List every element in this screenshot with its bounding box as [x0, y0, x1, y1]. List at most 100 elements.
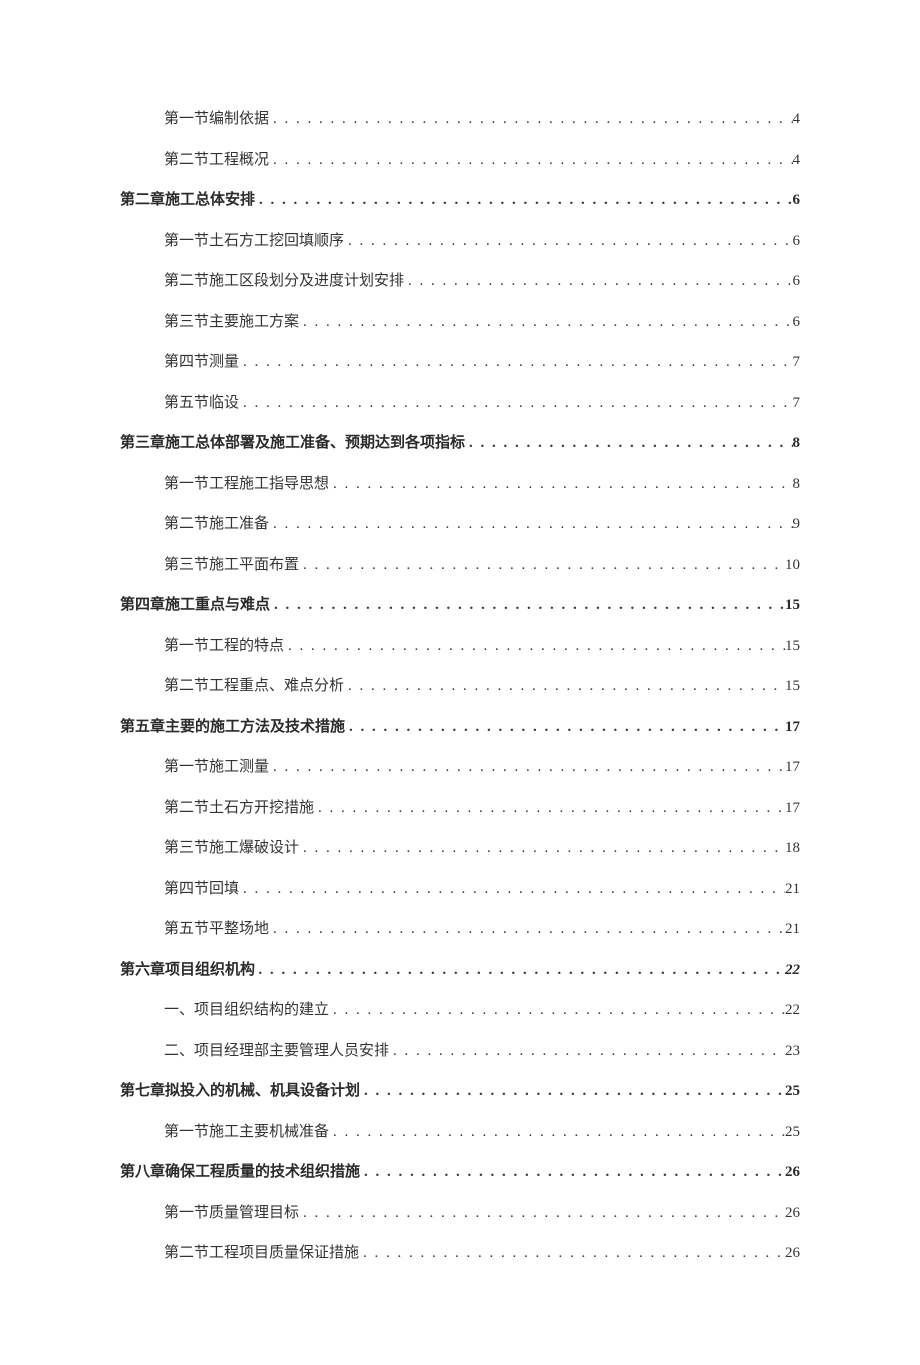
toc-leader-dots — [255, 961, 785, 979]
toc-leader-dots — [299, 313, 792, 331]
toc-page-number: 15 — [785, 596, 800, 614]
toc-entry: 第四节回填21 — [120, 880, 800, 898]
toc-title: 第三节施工爆破设计 — [164, 839, 299, 857]
toc-title: 二、项目经理部主要管理人员安排 — [164, 1042, 389, 1060]
toc-leader-dots — [360, 1082, 785, 1100]
toc-page-number: 15 — [785, 677, 800, 695]
toc-page: 第一节编制依据4第二节工程概况4第二章施工总体安排6第一节土石方工挖回填顺序6第… — [0, 0, 920, 1365]
toc-entry: 一、项目组织结构的建立 22 — [120, 1001, 800, 1019]
toc-title: 第二节工程项目质量保证措施 — [164, 1244, 359, 1262]
toc-title: 第一节土石方工挖回填顺序 — [164, 232, 344, 250]
toc-title: 第五章主要的施工方法及技术措施 — [120, 718, 345, 736]
toc-page-number: 23 — [785, 1042, 800, 1060]
toc-title: 第一节工程的特点 — [164, 637, 284, 655]
toc-leader-dots — [345, 718, 785, 736]
toc-page-number: 8 — [793, 434, 801, 452]
toc-entry: 第八章确保工程质量的技术组织措施 26 — [120, 1163, 800, 1181]
toc-title: 第四章施工重点与难点 — [120, 596, 270, 614]
toc-entry: 第一节施工主要机械准备25 — [120, 1123, 800, 1141]
toc-title: 第二节施工区段划分及进度计划安排 — [164, 272, 404, 290]
toc-title: 第八章确保工程质量的技术组织措施 — [120, 1163, 360, 1181]
toc-leader-dots — [314, 799, 785, 817]
toc-leader-dots — [269, 151, 792, 169]
toc-entry: 第三节施工爆破设计 18 — [120, 839, 800, 857]
toc-entry: 第二节施工区段划分及进度计划安排 6 — [120, 272, 800, 290]
toc-page-number: 17 — [785, 799, 800, 817]
toc-entry: 第四节测量7 — [120, 353, 800, 371]
toc-page-number: 25 — [785, 1082, 800, 1100]
toc-page-number: 9 — [793, 515, 801, 533]
toc-title: 第三节施工平面布置 — [164, 556, 299, 574]
toc-page-number: 7 — [793, 394, 801, 412]
toc-leader-dots — [269, 110, 792, 128]
toc-page-number: 8 — [793, 475, 801, 493]
toc-leader-dots — [329, 1001, 785, 1019]
toc-page-number: 26 — [785, 1163, 800, 1181]
toc-title: 第二节施工准备 — [164, 515, 269, 533]
toc-leader-dots — [360, 1163, 785, 1181]
toc-entry: 第一节工程的特点 15 — [120, 637, 800, 655]
toc-entry: 第一节工程施工指导思想 8 — [120, 475, 800, 493]
toc-leader-dots — [269, 920, 785, 938]
toc-page-number: 22 — [785, 961, 800, 979]
toc-entry: 第三节施工平面布置 10 — [120, 556, 800, 574]
toc-leader-dots — [269, 515, 792, 533]
toc-page-number: 10 — [785, 556, 800, 574]
toc-page-number: 4 — [793, 151, 801, 169]
toc-title: 第一节工程施工指导思想 — [164, 475, 329, 493]
toc-leader-dots — [299, 556, 785, 574]
toc-title: 第二节工程概况 — [164, 151, 269, 169]
toc-leader-dots — [239, 394, 792, 412]
toc-entry: 第四章施工重点与难点 15 — [120, 596, 800, 614]
toc-entry: 第六章项目组织机构 22 — [120, 961, 800, 979]
toc-entry: 第二节工程项目质量保证措施 26 — [120, 1244, 800, 1262]
toc-page-number: 6 — [793, 313, 801, 331]
toc-leader-dots — [255, 191, 792, 209]
toc-title: 第三章施工总体部署及施工准备、预期达到各项指标 — [120, 434, 465, 452]
toc-page-number: 7 — [793, 353, 801, 371]
toc-entry: 第七章拟投入的机械、机具设备计划 25 — [120, 1082, 800, 1100]
toc-page-number: 26 — [785, 1204, 800, 1222]
toc-entry: 第五章主要的施工方法及技术措施 17 — [120, 718, 800, 736]
toc-title: 第二章施工总体安排 — [120, 191, 255, 209]
toc-page-number: 17 — [785, 758, 800, 776]
table-of-contents: 第一节编制依据4第二节工程概况4第二章施工总体安排6第一节土石方工挖回填顺序6第… — [120, 110, 800, 1262]
toc-page-number: 22 — [785, 1001, 800, 1019]
toc-title: 第二节工程重点、难点分析 — [164, 677, 344, 695]
toc-page-number: 6 — [793, 191, 801, 209]
toc-page-number: 15 — [785, 637, 800, 655]
toc-entry: 第一节施工测量 17 — [120, 758, 800, 776]
toc-title: 第一节质量管理目标 — [164, 1204, 299, 1222]
toc-title: 第六章项目组织机构 — [120, 961, 255, 979]
toc-leader-dots — [404, 272, 792, 290]
toc-title: 第七章拟投入的机械、机具设备计划 — [120, 1082, 360, 1100]
toc-leader-dots — [284, 637, 785, 655]
toc-entry: 第二节施工准备 9 — [120, 515, 800, 533]
toc-leader-dots — [389, 1042, 785, 1060]
toc-title: 第三节主要施工方案 — [164, 313, 299, 331]
toc-entry: 第五节平整场地21 — [120, 920, 800, 938]
toc-leader-dots — [299, 1204, 785, 1222]
toc-page-number: 18 — [785, 839, 800, 857]
toc-page-number: 25 — [785, 1123, 800, 1141]
toc-title: 第二节土石方开挖措施 — [164, 799, 314, 817]
toc-title: 第一节施工测量 — [164, 758, 269, 776]
toc-title: 第一节编制依据 — [164, 110, 269, 128]
toc-page-number: 17 — [785, 718, 800, 736]
toc-title: 第四节回填 — [164, 880, 239, 898]
toc-title: 一、项目组织结构的建立 — [164, 1001, 329, 1019]
toc-leader-dots — [239, 880, 785, 898]
toc-entry: 第五节临设7 — [120, 394, 800, 412]
toc-leader-dots — [239, 353, 792, 371]
toc-page-number: 26 — [785, 1244, 800, 1262]
toc-leader-dots — [359, 1244, 785, 1262]
toc-entry: 第三章施工总体部署及施工准备、预期达到各项指标 8 — [120, 434, 800, 452]
toc-page-number: 6 — [793, 272, 801, 290]
toc-page-number: 6 — [793, 232, 801, 250]
toc-leader-dots — [329, 475, 792, 493]
toc-leader-dots — [344, 677, 785, 695]
toc-leader-dots — [465, 434, 792, 452]
toc-entry: 第二节工程概况 4 — [120, 151, 800, 169]
toc-entry: 第二节工程重点、难点分析 15 — [120, 677, 800, 695]
toc-entry: 第一节质量管理目标 26 — [120, 1204, 800, 1222]
